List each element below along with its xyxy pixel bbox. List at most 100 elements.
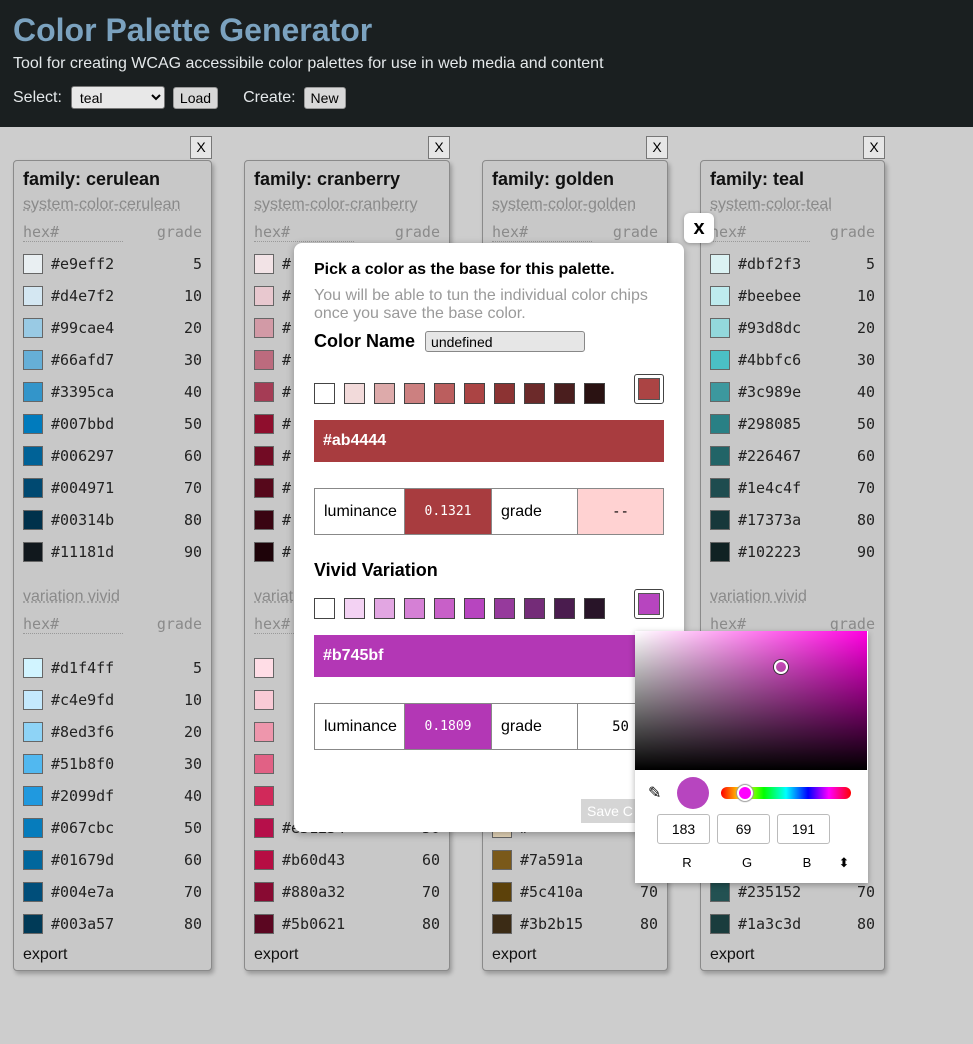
color-chip[interactable] [23, 882, 43, 902]
base-color-picker-swatch[interactable] [634, 374, 664, 404]
swatch[interactable] [314, 383, 335, 404]
swatch[interactable] [494, 598, 515, 619]
swatch[interactable] [554, 598, 575, 619]
color-chip[interactable] [23, 286, 43, 306]
color-row[interactable]: #11181d 90 [23, 536, 202, 568]
color-row[interactable]: #3c989e 40 [710, 376, 875, 408]
new-button[interactable]: New [303, 86, 346, 109]
g-input[interactable] [717, 814, 770, 844]
color-chip[interactable] [23, 382, 43, 402]
color-chip[interactable] [254, 690, 274, 710]
color-chip[interactable] [23, 446, 43, 466]
color-chip[interactable] [710, 254, 730, 274]
color-row[interactable]: #1a3c3d 80 [710, 908, 875, 940]
color-row[interactable]: #99cae4 20 [23, 312, 202, 344]
color-chip[interactable] [23, 414, 43, 434]
color-chip[interactable] [23, 690, 43, 710]
color-chip[interactable] [254, 478, 274, 498]
color-row[interactable]: #3395ca 40 [23, 376, 202, 408]
color-chip[interactable] [254, 542, 274, 562]
color-row[interactable]: #93d8dc 20 [710, 312, 875, 344]
color-chip[interactable] [23, 510, 43, 530]
swatch[interactable] [374, 383, 395, 404]
color-chip[interactable] [23, 818, 43, 838]
color-row[interactable]: #17373a 80 [710, 504, 875, 536]
swatch[interactable] [464, 383, 485, 404]
color-name-input[interactable] [425, 331, 586, 352]
color-row[interactable]: #8ed3f6 20 [23, 716, 202, 748]
swatch[interactable] [434, 598, 455, 619]
color-chip[interactable] [254, 754, 274, 774]
color-chip[interactable] [710, 478, 730, 498]
color-row[interactable]: #66afd7 30 [23, 344, 202, 376]
swatch[interactable] [524, 383, 545, 404]
color-row[interactable]: #d1f4ff 5 [23, 652, 202, 684]
color-chip[interactable] [492, 850, 512, 870]
color-chip[interactable] [254, 818, 274, 838]
color-chip[interactable] [710, 510, 730, 530]
color-chip[interactable] [254, 786, 274, 806]
color-chip[interactable] [254, 318, 274, 338]
save-button[interactable]: Save C [581, 799, 641, 823]
saturation-area[interactable] [635, 631, 867, 770]
card-close-button[interactable]: X [863, 136, 885, 159]
color-chip[interactable] [710, 446, 730, 466]
color-chip[interactable] [23, 786, 43, 806]
vivid-color-picker-swatch[interactable] [634, 589, 664, 619]
card-close-button[interactable]: X [428, 136, 450, 159]
color-chip[interactable] [710, 286, 730, 306]
color-row[interactable]: #5b0621 80 [254, 908, 440, 940]
color-row[interactable]: #c4e9fd 10 [23, 684, 202, 716]
color-chip[interactable] [710, 350, 730, 370]
color-chip[interactable] [254, 382, 274, 402]
swatch[interactable] [434, 383, 455, 404]
color-row[interactable]: #b60d43 60 [254, 844, 440, 876]
saturation-handle[interactable] [774, 660, 788, 674]
load-button[interactable]: Load [172, 86, 219, 109]
color-row[interactable]: #4bbfc6 30 [710, 344, 875, 376]
swatch[interactable] [584, 598, 605, 619]
color-row[interactable]: #e9eff2 5 [23, 248, 202, 280]
color-chip[interactable] [254, 414, 274, 434]
color-chip[interactable] [492, 914, 512, 934]
swatch[interactable] [584, 383, 605, 404]
color-row[interactable]: #3b2b15 80 [492, 908, 658, 940]
color-row[interactable]: #d4e7f2 10 [23, 280, 202, 312]
color-chip[interactable] [23, 254, 43, 274]
color-chip[interactable] [254, 914, 274, 934]
swatch[interactable] [404, 598, 425, 619]
swatch[interactable] [374, 598, 395, 619]
color-chip[interactable] [23, 754, 43, 774]
r-input[interactable] [657, 814, 710, 844]
color-row[interactable]: #1e4c4f 70 [710, 472, 875, 504]
swatch[interactable] [404, 383, 425, 404]
color-chip[interactable] [23, 350, 43, 370]
export-link[interactable]: export [254, 946, 298, 964]
color-row[interactable]: #2099df 40 [23, 780, 202, 812]
color-chip[interactable] [254, 446, 274, 466]
color-chip[interactable] [254, 350, 274, 370]
color-row[interactable]: #067cbc 50 [23, 812, 202, 844]
swatch[interactable] [554, 383, 575, 404]
color-chip[interactable] [23, 542, 43, 562]
color-chip[interactable] [23, 914, 43, 934]
color-chip[interactable] [23, 658, 43, 678]
swatch[interactable] [464, 598, 485, 619]
color-row[interactable]: #7a591a60 [492, 844, 658, 876]
color-chip[interactable] [710, 414, 730, 434]
color-row[interactable]: #004e7a 70 [23, 876, 202, 908]
color-row[interactable]: #51b8f0 30 [23, 748, 202, 780]
hue-slider[interactable] [721, 785, 851, 801]
hue-handle[interactable] [737, 785, 753, 801]
export-link[interactable]: export [23, 946, 67, 964]
color-chip[interactable] [254, 722, 274, 742]
color-chip[interactable] [710, 382, 730, 402]
swatch[interactable] [524, 598, 545, 619]
color-chip[interactable] [710, 318, 730, 338]
swatch[interactable] [314, 598, 335, 619]
color-chip[interactable] [710, 914, 730, 934]
export-link[interactable]: export [710, 946, 754, 964]
color-row[interactable]: #226467 60 [710, 440, 875, 472]
modal-close-button[interactable]: x [684, 213, 714, 243]
color-row[interactable]: #880a32 70 [254, 876, 440, 908]
